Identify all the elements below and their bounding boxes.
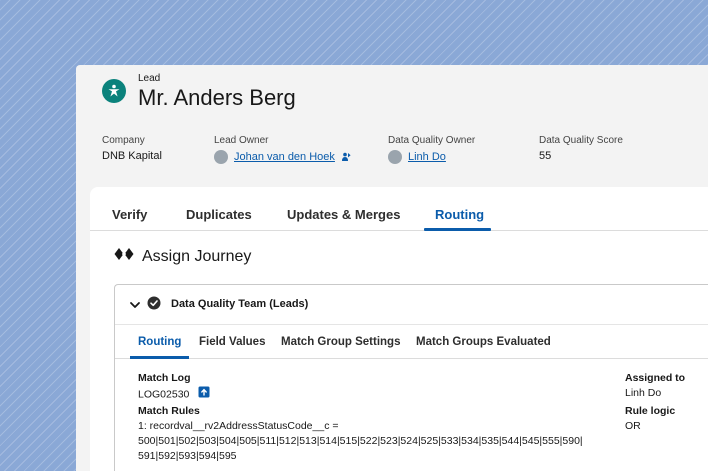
assign-journey-title: Assign Journey	[142, 247, 252, 265]
lead-icon	[102, 79, 126, 103]
subtab-routing[interactable]: Routing	[138, 336, 181, 348]
match-rules-label: Match Rules	[138, 405, 200, 417]
match-log-block: Match Log LOG02530	[138, 372, 210, 403]
active-tab-indicator	[424, 228, 491, 231]
record-card: Lead Mr. Anders Berg Company DNB Kapital…	[76, 65, 708, 471]
lead-owner-field: Lead Owner Johan van den Hoek	[214, 135, 351, 164]
data-quality-owner-field: Data Quality Owner Linh Do	[388, 135, 475, 164]
sub-tab-bar: Routing Field Values Match Group Setting…	[115, 325, 708, 359]
change-owner-icon[interactable]	[341, 152, 351, 162]
field-label: Company	[102, 135, 145, 146]
match-rules-block: Match Rules 1: recordval__rv2AddressStat…	[138, 405, 638, 464]
field-label: Data Quality Score	[539, 135, 623, 146]
match-log-label: Match Log	[138, 372, 191, 384]
assigned-to-label: Assigned to	[625, 372, 686, 384]
field-label: Lead Owner	[214, 135, 269, 146]
record-header: Lead Mr. Anders Berg Company DNB Kapital…	[76, 65, 708, 185]
subtab-match-groups-evaluated[interactable]: Match Groups Evaluated	[416, 336, 551, 348]
section-title: Data Quality Team (Leads)	[171, 298, 309, 310]
tab-bar: Verify Duplicates Updates & Merges Routi…	[90, 187, 708, 231]
chevron-down-icon[interactable]	[129, 298, 141, 316]
tab-duplicates[interactable]: Duplicates	[186, 207, 252, 222]
main-panel: Verify Duplicates Updates & Merges Routi…	[90, 187, 708, 471]
company-field: Company DNB Kapital	[102, 135, 162, 162]
dq-score-value: 55	[539, 150, 552, 162]
subtab-match-group-settings[interactable]: Match Group Settings	[281, 336, 400, 348]
tab-routing[interactable]: Routing	[435, 207, 484, 222]
subtab-field-values[interactable]: Field Values	[199, 336, 265, 348]
match-rules-line: 500|501|502|503|504|505|511|512|513|514|…	[138, 435, 583, 447]
section-header[interactable]: Data Quality Team (Leads)	[115, 285, 708, 325]
assigned-to-block: Assigned to Linh Do	[625, 372, 685, 401]
match-log-value: LOG02530	[138, 388, 190, 401]
rule-logic-block: Rule logic OR	[625, 405, 675, 434]
company-value: DNB Kapital	[102, 150, 162, 162]
assign-journey-header: Assign Journey	[114, 247, 251, 266]
open-record-icon[interactable]	[198, 386, 210, 403]
object-type-label: Lead	[138, 73, 161, 84]
routing-section: Data Quality Team (Leads) Routing Field …	[114, 284, 708, 471]
rule-logic-label: Rule logic	[625, 405, 676, 417]
rule-logic-value: OR	[625, 420, 641, 432]
assign-journey-icon	[114, 247, 134, 266]
assigned-to-value: Linh Do	[625, 387, 662, 399]
tab-verify[interactable]: Verify	[112, 207, 147, 222]
field-label: Data Quality Owner	[388, 135, 476, 146]
lead-owner-link[interactable]: Johan van den Hoek	[234, 151, 335, 163]
dq-owner-link[interactable]: Linh Do	[408, 151, 446, 163]
tab-updates-merges[interactable]: Updates & Merges	[287, 207, 400, 222]
match-rules-line: 1: recordval__rv2AddressStatusCode__c =	[138, 420, 339, 432]
data-quality-score-field: Data Quality Score 55	[539, 135, 623, 162]
match-rules-line: 591|592|593|594|595	[138, 450, 237, 462]
active-subtab-indicator	[130, 356, 189, 359]
dq-owner-avatar	[388, 150, 402, 164]
owner-avatar	[214, 150, 228, 164]
check-circle-icon	[147, 296, 161, 315]
record-title: Mr. Anders Berg	[138, 85, 296, 110]
